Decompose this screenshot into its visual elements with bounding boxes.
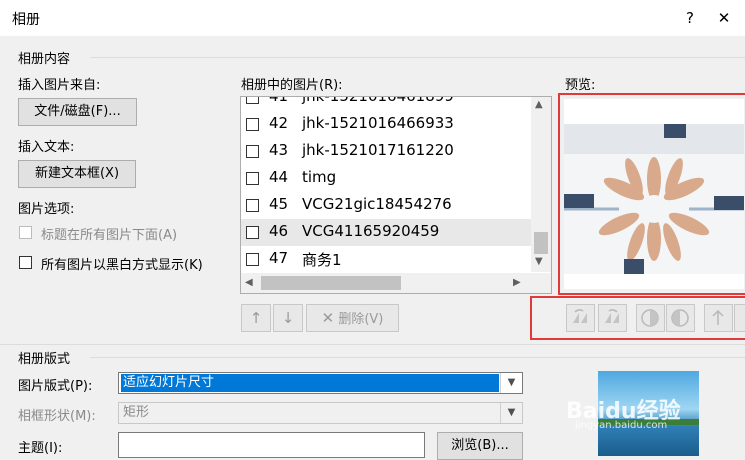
picture-options-label: 图片选项: — [18, 202, 75, 217]
file-disk-button[interactable]: 文件/磁盘(F)... — [18, 98, 137, 126]
move-down-button[interactable]: ↓ — [273, 304, 303, 332]
list-item-number: 43 — [269, 141, 289, 159]
section-divider — [0, 344, 745, 345]
list-item[interactable]: 44 timg — [241, 165, 531, 192]
less-brightness-button[interactable] — [734, 304, 745, 332]
more-brightness-button[interactable] — [704, 304, 733, 332]
brightness-up-icon — [712, 309, 724, 325]
layout-group-label: 相册版式 — [18, 352, 71, 367]
scroll-down-arrow-icon[interactable]: ▼ — [535, 256, 543, 267]
list-item[interactable]: 43 jhk-1521017161220 — [241, 138, 531, 165]
preview-slide — [564, 99, 744, 289]
rotate-left-button[interactable] — [566, 304, 595, 332]
insert-text-label: 插入文本: — [18, 140, 75, 155]
image-tools-highlight-box — [530, 296, 745, 340]
group-divider — [90, 57, 745, 58]
list-item-number: 47 — [269, 249, 289, 267]
preview-image — [564, 124, 744, 274]
list-item-name: timg — [302, 168, 337, 186]
insert-picture-label: 插入图片来自: — [18, 78, 101, 93]
list-item-checkbox[interactable] — [246, 97, 259, 104]
scroll-thumb-horizontal[interactable] — [261, 276, 401, 290]
preview-label: 预览: — [565, 78, 596, 93]
list-item[interactable]: 41 jhk-1521016461899 — [241, 96, 531, 111]
scroll-left-arrow-icon[interactable]: ◀ — [245, 277, 253, 288]
list-item[interactable]: 47 商务1 — [241, 246, 531, 273]
rotate-left-icon — [573, 309, 587, 323]
scroll-corner — [531, 273, 551, 293]
list-item-checkbox[interactable] — [246, 172, 259, 185]
list-item-name: jhk-1521017161220 — [302, 141, 454, 159]
list-item-number: 45 — [269, 195, 289, 213]
list-item-name: 商务1 — [302, 251, 342, 269]
list-item-name: VCG41165920459 — [302, 222, 440, 240]
window-title: 相册 — [12, 12, 40, 28]
pictures-list-label: 相册中的图片(R): — [241, 78, 343, 93]
contrast-up-icon — [641, 309, 659, 327]
rotate-right-icon — [605, 309, 619, 323]
move-up-button[interactable]: ↑ — [241, 304, 271, 332]
scroll-up-arrow-icon[interactable]: ▲ — [535, 99, 543, 110]
captions-below-label: 标题在所有图片下面(A) — [41, 228, 178, 243]
help-button[interactable]: ? — [678, 7, 702, 29]
list-item-checkbox[interactable] — [246, 199, 259, 212]
rotate-right-button[interactable] — [598, 304, 627, 332]
list-item-name: VCG21gic18454276 — [302, 195, 452, 213]
theme-input[interactable] — [118, 432, 425, 458]
black-white-label: 所有图片以黑白方式显示(K) — [41, 258, 203, 273]
list-horizontal-scrollbar[interactable]: ◀ ▶ — [241, 273, 531, 293]
list-item-number: 44 — [269, 168, 289, 186]
list-item[interactable]: 45 VCG21gic18454276 — [241, 192, 531, 219]
list-item-name: jhk-1521016466933 — [302, 114, 454, 132]
preview-highlight-box — [558, 93, 745, 295]
pictures-listbox[interactable]: 41 jhk-1521016461899 42 jhk-152101646693… — [240, 96, 552, 294]
new-textbox-button[interactable]: 新建文本框(X) — [18, 160, 136, 188]
close-button[interactable]: ✕ — [712, 7, 736, 29]
black-white-checkbox[interactable] — [19, 256, 32, 269]
picture-layout-value: 适应幻灯片尺寸 — [121, 374, 499, 392]
picture-layout-dropdown[interactable]: 适应幻灯片尺寸 ▼ — [118, 372, 523, 394]
more-contrast-button[interactable] — [636, 304, 665, 332]
frame-shape-label: 相框形状(M): — [18, 409, 96, 424]
list-item-number: 42 — [269, 114, 289, 132]
delete-button[interactable]: ✕ 删除(V) — [306, 304, 399, 332]
list-item-checkbox[interactable] — [246, 253, 259, 266]
captions-below-checkbox[interactable] — [19, 226, 32, 239]
content-group-label: 相册内容 — [18, 52, 71, 67]
delete-label: 删除(V) — [338, 312, 384, 327]
list-item-name: jhk-1521016461899 — [302, 96, 454, 105]
delete-icon: ✕ — [321, 309, 335, 327]
chevron-down-icon[interactable]: ▼ — [500, 403, 522, 423]
watermark-subtext: jingyan.baidu.com — [575, 420, 668, 431]
list-item-number: 41 — [269, 96, 289, 105]
theme-label: 主题(I): — [18, 441, 63, 456]
frame-shape-dropdown[interactable]: 矩形 ▼ — [118, 402, 523, 424]
contrast-down-icon — [671, 309, 689, 327]
title-bar — [0, 0, 745, 36]
list-item-checkbox[interactable] — [246, 145, 259, 158]
scroll-thumb[interactable] — [534, 232, 548, 254]
less-contrast-button[interactable] — [666, 304, 695, 332]
list-item[interactable]: 42 jhk-1521016466933 — [241, 111, 531, 138]
group-divider — [90, 357, 745, 358]
frame-shape-value: 矩形 — [123, 405, 150, 420]
list-item-selected[interactable]: 46 VCG41165920459 — [241, 219, 531, 246]
scroll-right-arrow-icon[interactable]: ▶ — [513, 277, 521, 288]
chevron-down-icon[interactable]: ▼ — [500, 373, 522, 393]
list-item-number: 46 — [269, 222, 289, 240]
list-vertical-scrollbar[interactable]: ▲ ▼ — [531, 97, 551, 272]
picture-layout-label: 图片版式(P): — [18, 379, 93, 394]
list-item-checkbox[interactable] — [246, 118, 259, 131]
list-item-checkbox[interactable] — [246, 226, 259, 239]
